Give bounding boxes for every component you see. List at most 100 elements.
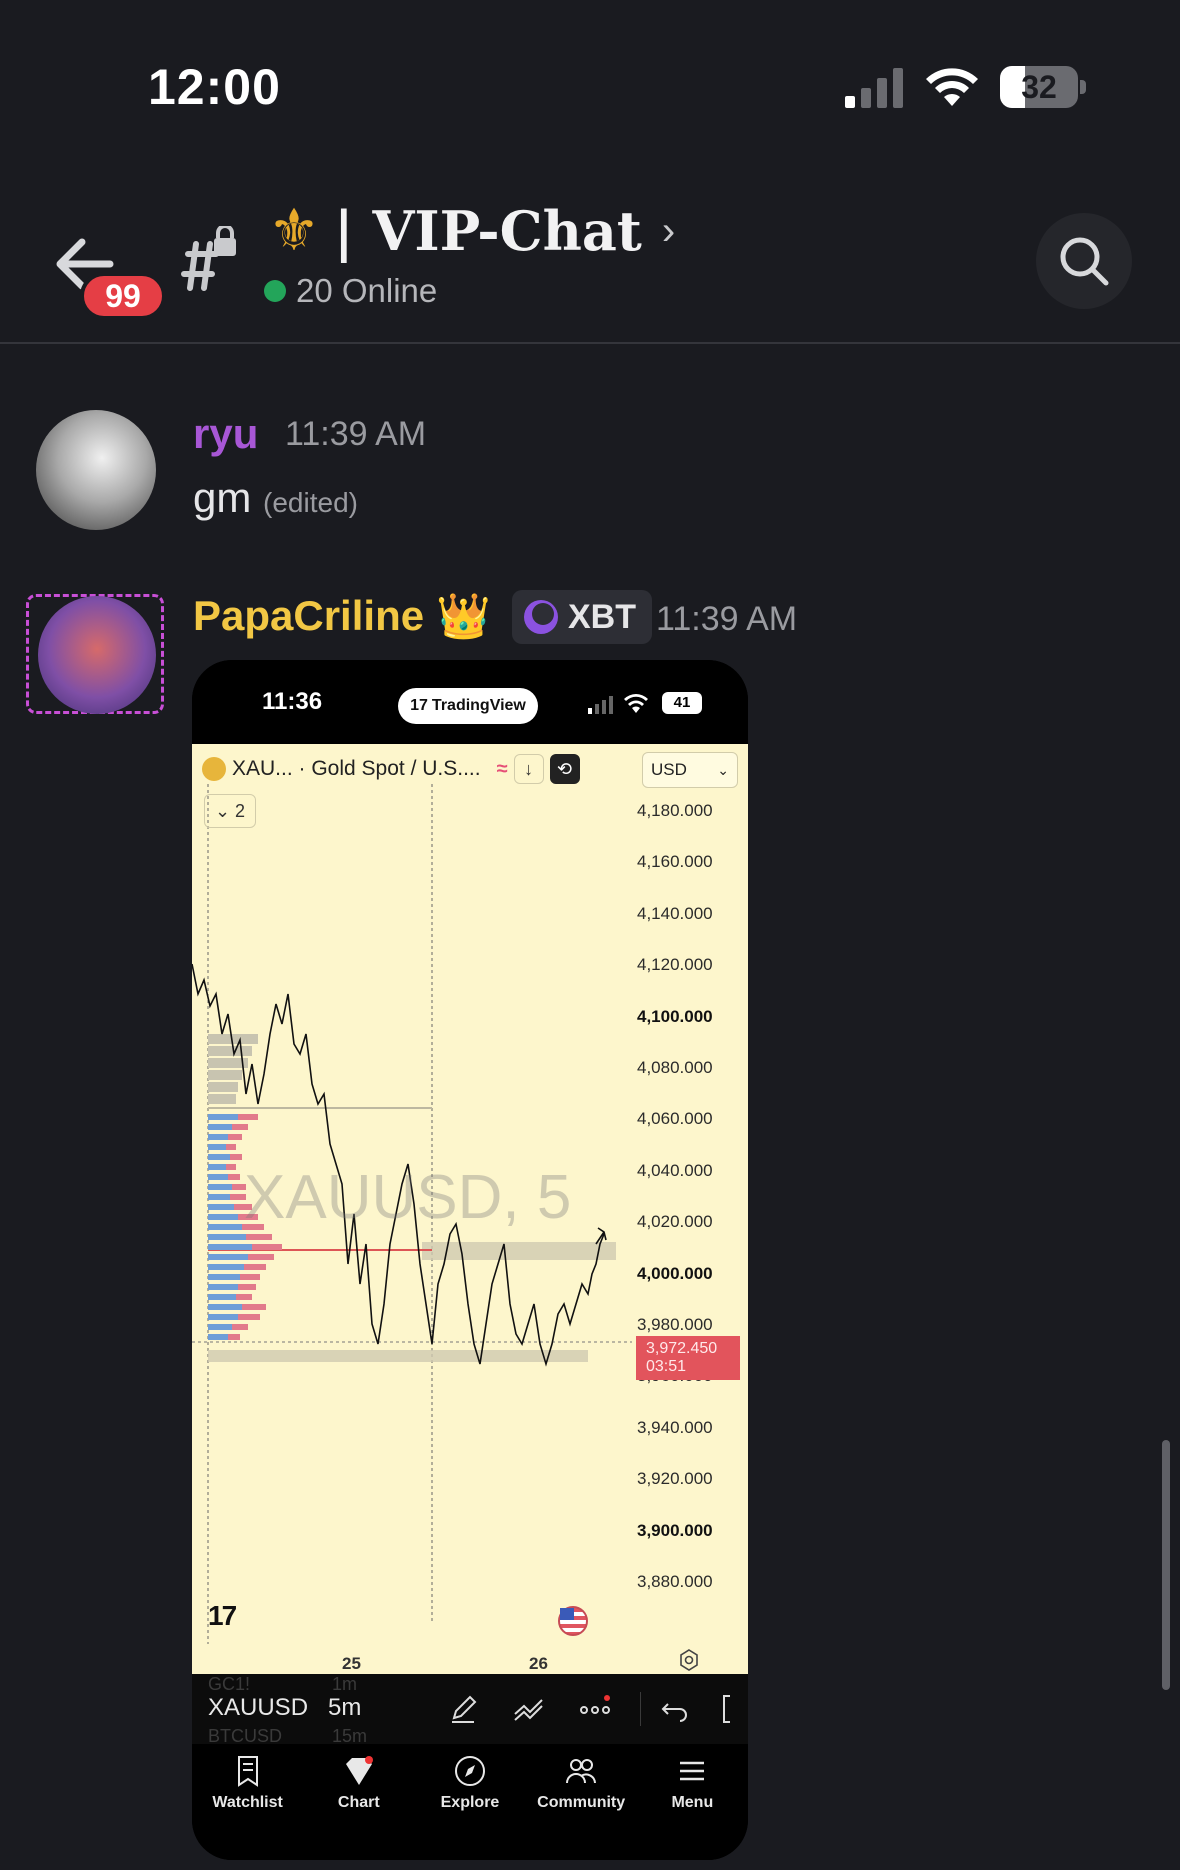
unread-count-badge[interactable]: 99 <box>80 272 166 320</box>
bar-countdown: 03:51 <box>646 1358 687 1375</box>
price-axis-label: 3,920.000 <box>637 1469 713 1489</box>
toolbar-symbol[interactable]: XAUUSD <box>208 1694 308 1722</box>
us-flag-icon[interactable] <box>558 1606 588 1636</box>
community-icon <box>566 1759 597 1784</box>
search-icon <box>1060 237 1109 286</box>
nav-watchlist[interactable]: Watchlist <box>196 1754 300 1860</box>
tradingview-pill: 17 TradingView <box>398 688 538 724</box>
currency-select[interactable]: USD ⌄ <box>642 752 738 788</box>
fleur-de-lis-icon: ⚜ <box>268 198 320 263</box>
moon-icon <box>524 600 558 634</box>
price-axis-label: 4,100.000 <box>637 1006 713 1026</box>
price-axis-label: 4,020.000 <box>637 1212 713 1232</box>
symbol-description: XAU... · Gold Spot / U.S.... <box>232 757 481 780</box>
date-label: 26 <box>529 1654 548 1673</box>
wifi-icon <box>926 68 978 106</box>
status-bar: 12:00 32 <box>0 0 1180 170</box>
download-arrow-icon[interactable]: ↓ <box>513 754 544 784</box>
tradingview-logo-icon: 17 <box>410 697 428 714</box>
search-button[interactable] <box>1036 213 1132 309</box>
symbol-ghost: GC1! <box>208 1674 251 1694</box>
chevron-down-icon: ⌄ <box>717 762 729 778</box>
compass-icon <box>454 1756 485 1786</box>
price-axis-label: 4,000.000 <box>637 1263 713 1283</box>
avatar-papacriline[interactable] <box>38 596 156 714</box>
indicator-wave-icon[interactable]: ≈ <box>497 758 508 781</box>
tradingview-pill-label: TradingView <box>431 697 526 714</box>
tradingview-bottom-nav: Watchlist Chart Explore Community Menu <box>192 1744 748 1860</box>
tradingview-logo-icon: 17 <box>208 1600 237 1631</box>
gold-coin-icon <box>202 757 226 781</box>
cellular-signal-icon <box>588 696 613 714</box>
price-axis-label: 4,180.000 <box>637 801 713 820</box>
last-price-value: 3,972.450 <box>646 1340 718 1357</box>
locked-channel-hash-icon <box>181 226 236 291</box>
message-text: gm (edited) <box>193 474 358 522</box>
nav-label: Menu <box>671 1794 714 1811</box>
crown-icon: 👑 <box>436 592 491 641</box>
nav-label: Explore <box>440 1794 500 1811</box>
price-axis-label: 4,160.000 <box>637 852 713 872</box>
username-ryu[interactable]: ryu <box>193 410 258 458</box>
online-dot-icon <box>264 280 286 302</box>
price-axis-label: 3,940.000 <box>637 1417 713 1437</box>
server-tag-label: XBT <box>568 597 636 636</box>
toolbar-interval[interactable]: 5m <box>328 1694 361 1722</box>
chevron-right-icon: › <box>661 208 676 253</box>
undo-icon[interactable] <box>658 1692 692 1726</box>
chart-settings-icon[interactable] <box>677 1648 701 1672</box>
channel-title[interactable]: ⚜ | VIP-Chat › <box>268 196 675 266</box>
nav-explore[interactable]: Explore <box>418 1754 522 1860</box>
chart-toolbar: GC1! 1m BTCUSD 15m XAUUSD 5m <box>192 1674 748 1746</box>
pen-icon[interactable] <box>446 1692 480 1726</box>
chart-icon <box>345 1756 373 1785</box>
cellular-signal-icon <box>845 68 903 108</box>
edited-label: (edited) <box>263 487 358 518</box>
battery-level: 32 <box>1021 69 1057 105</box>
last-price-badge: 3,972.450 03:51 <box>636 1336 740 1380</box>
message-timestamp: 11:39 AM <box>285 415 427 453</box>
channel-name: | VIP-Chat <box>334 199 642 263</box>
price-chart[interactable]: XAU... · Gold Spot / U.S.... ≈ ↓ ⟲ USD ⌄… <box>192 744 748 1674</box>
message-body: gm <box>193 474 252 521</box>
fullscreen-icon[interactable] <box>714 1692 748 1726</box>
online-status: 20 Online <box>264 272 437 310</box>
price-axis-label: 4,120.000 <box>637 955 713 975</box>
nav-label: Community <box>537 1794 626 1811</box>
date-label: 25 <box>342 1654 361 1673</box>
status-clock: 12:00 <box>148 59 281 115</box>
replay-icon[interactable]: ⟲ <box>549 754 580 784</box>
avatar-ryu[interactable] <box>36 410 156 530</box>
nav-label: Chart <box>337 1794 380 1811</box>
price-axis-label: 4,140.000 <box>637 903 713 923</box>
online-count: 20 Online <box>296 272 438 309</box>
attachment-battery: 41 <box>662 692 702 714</box>
drawing-tools-icon[interactable] <box>512 1692 546 1726</box>
message-timestamp: 11:39 AM <box>656 600 798 638</box>
hamburger-menu-icon <box>680 1761 705 1781</box>
scrollbar-thumb[interactable] <box>1162 1440 1170 1690</box>
nav-community[interactable]: Community <box>529 1754 633 1860</box>
attachment-clock: 11:36 <box>262 688 323 715</box>
watchlist-icon <box>237 1756 258 1787</box>
nav-menu[interactable]: Menu <box>640 1754 744 1860</box>
symbol-watermark: XAUUSD, 5 <box>244 1163 572 1232</box>
currency-value: USD <box>651 760 687 779</box>
indicators-collapse-button[interactable]: ⌄ 2 <box>204 794 256 828</box>
toolbar-divider <box>640 1692 641 1726</box>
nav-label: Watchlist <box>212 1794 283 1811</box>
price-axis-label: 3,880.000 <box>637 1572 713 1591</box>
price-axis-label: 3,980.000 <box>637 1315 713 1334</box>
battery-indicator: 32 <box>1000 66 1078 108</box>
interval-ghost: 1m <box>332 1674 358 1694</box>
price-axis-label: 4,040.000 <box>637 1160 713 1180</box>
username-papacriline[interactable]: PapaCriline <box>193 592 424 640</box>
image-attachment[interactable]: 11:36 17 TradingView 41 XAU... · Gold Sp… <box>192 660 748 1860</box>
symbol-header[interactable]: XAU... · Gold Spot / U.S.... ≈ ↓ ⟲ <box>202 754 580 784</box>
nav-chart[interactable]: Chart <box>307 1754 411 1860</box>
price-axis-label: 4,080.000 <box>637 1058 713 1077</box>
battery-tip <box>1080 80 1086 94</box>
attachment-status-bar: 11:36 17 TradingView 41 <box>192 660 748 744</box>
more-icon[interactable] <box>578 1692 612 1726</box>
server-tag-chip[interactable]: XBT <box>512 590 652 644</box>
